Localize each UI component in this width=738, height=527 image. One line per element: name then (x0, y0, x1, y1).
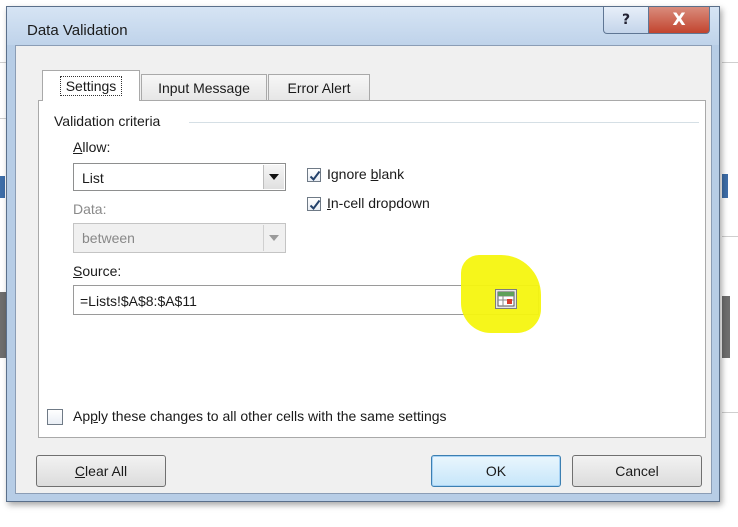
sheet-gridline (722, 236, 738, 237)
source-value: =Lists!$A$8:$A$11 (80, 293, 197, 309)
apply-all-checkbox[interactable] (47, 409, 63, 425)
cancel-button[interactable]: Cancel (572, 455, 702, 487)
sheet-gridline (722, 62, 738, 63)
allow-dropdown[interactable]: List (73, 163, 286, 191)
allow-value: List (82, 170, 104, 186)
settings-panel: Validation criteria Allow: List Ignore b… (38, 100, 706, 438)
checkmark-icon (309, 199, 321, 211)
sheet-selection-edge (722, 174, 728, 198)
title-bar[interactable]: Data Validation ? X (7, 7, 719, 45)
tab-settings-label: Settings (59, 76, 123, 96)
source-label: Source: (73, 263, 122, 279)
data-dropdown: between (73, 223, 286, 253)
sheet-dark-edge (722, 296, 730, 358)
tab-settings[interactable]: Settings (42, 70, 140, 101)
clear-all-button[interactable]: Clear All (36, 455, 166, 487)
sheet-gridline (722, 412, 738, 413)
tab-input-message[interactable]: Input Message (141, 74, 267, 100)
validation-criteria-label: Validation criteria (54, 113, 167, 129)
close-button[interactable]: X (648, 7, 710, 34)
chevron-down-icon (263, 225, 284, 251)
cancel-label: Cancel (615, 463, 659, 479)
help-button[interactable]: ? (603, 7, 649, 34)
data-label: Data: (73, 201, 107, 217)
data-validation-dialog: Data Validation ? X Settings Input Messa… (6, 6, 720, 502)
ignore-blank-checkbox[interactable] (307, 168, 321, 182)
ignore-blank-label: Ignore blank (327, 166, 405, 182)
ok-button[interactable]: OK (431, 455, 561, 487)
help-icon: ? (621, 12, 631, 28)
clear-all-label: Clear All (74, 463, 128, 479)
allow-label: Allow: (73, 139, 111, 155)
in-cell-dropdown-label: In-cell dropdown (327, 195, 430, 211)
dialog-body: Settings Input Message Error Alert Valid… (15, 45, 712, 494)
apply-all-label: Apply these changes to all other cells w… (73, 408, 447, 424)
tab-error-alert[interactable]: Error Alert (268, 74, 370, 100)
dialog-title: Data Validation (27, 22, 128, 39)
tab-input-message-label: Input Message (158, 79, 250, 96)
group-divider (189, 122, 699, 123)
data-value: between (82, 230, 135, 246)
in-cell-dropdown-checkbox[interactable] (307, 197, 321, 211)
chevron-down-icon[interactable] (263, 165, 284, 189)
range-select-icon (497, 291, 515, 307)
ok-label: OK (485, 463, 507, 479)
checkmark-icon (309, 170, 321, 182)
range-select-button[interactable] (495, 289, 517, 309)
tab-error-alert-label: Error Alert (287, 79, 351, 96)
close-icon: X (672, 10, 686, 30)
sheet-selection-edge (0, 176, 5, 198)
